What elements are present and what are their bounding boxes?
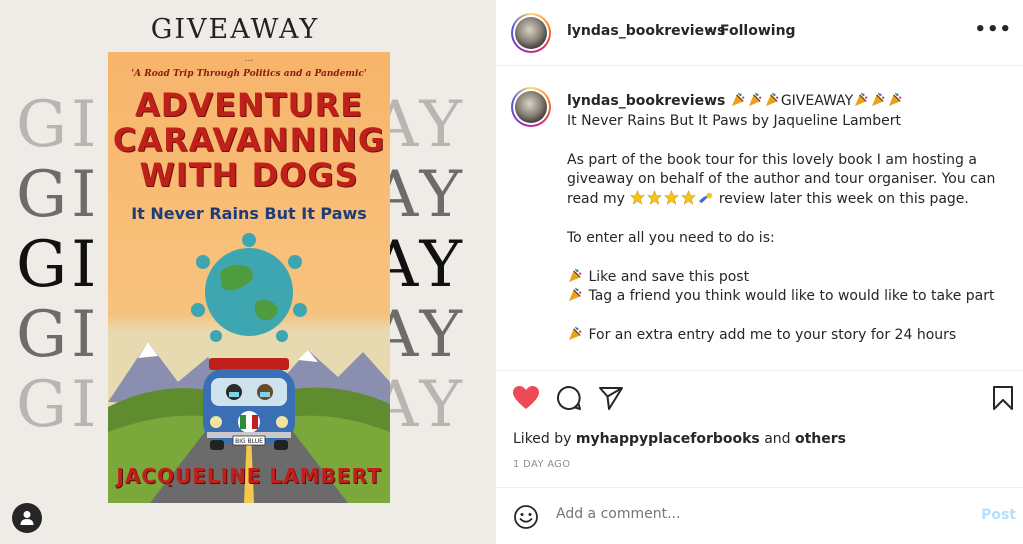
book-cover: ... 'A Road Trip Through Politics and a …	[108, 52, 390, 503]
caption-username[interactable]: lyndas_bookreviews	[567, 93, 725, 109]
comment-bar: Post	[496, 487, 1023, 544]
caption-bullet: Like and save this post	[588, 268, 750, 285]
cover-dots: ...	[244, 54, 254, 64]
following-button[interactable]: Following	[720, 23, 796, 39]
header-separator: •	[706, 23, 715, 39]
heart-icon[interactable]	[512, 385, 540, 411]
post-actions: Liked by myhappyplaceforbooks and others…	[496, 370, 1023, 480]
post-caption: lyndas_bookreviews GIVEAWAY It Never Rai…	[496, 67, 1023, 370]
globe-icon	[191, 233, 307, 342]
post-header: lyndas_bookreviews • Following •••	[496, 0, 1023, 66]
liked-others-link[interactable]: others	[795, 431, 846, 447]
cover-title: ADVENTURE CARAVANNING WITH DOGS	[108, 88, 390, 193]
cover-subtitle: It Never Rains But It Paws	[131, 204, 367, 223]
cover-title-line: CARAVANNING	[112, 121, 386, 159]
likes-summary: Liked by myhappyplaceforbooks and others	[513, 431, 846, 447]
cover-title-line: ADVENTURE	[134, 86, 364, 124]
comet-icon	[699, 192, 713, 203]
caption-headline: GIVEAWAY	[780, 93, 854, 109]
post-comment-button[interactable]: Post	[981, 507, 1016, 523]
caption-book-line: It Never Rains But It Paws by Jaqueline …	[567, 112, 902, 129]
caption-avatar[interactable]	[511, 87, 551, 127]
cover-illustration: BIG BLUE	[108, 233, 390, 503]
liked-and: and	[764, 431, 791, 447]
party-popper-icon	[568, 326, 582, 341]
cover-author: JACQUELINE LAMBERT	[116, 464, 382, 488]
liked-user-link[interactable]: myhappyplaceforbooks	[576, 431, 760, 447]
party-popper-icon	[731, 92, 745, 107]
party-popper-icon	[889, 92, 902, 107]
tagged-users-button[interactable]	[12, 503, 42, 533]
bg-letters-left: GI	[16, 368, 101, 442]
party-popper-icon	[568, 268, 582, 282]
star-icon	[647, 189, 663, 205]
header-username[interactable]: lyndas_bookreviews	[567, 23, 725, 39]
post-date[interactable]: 1 DAY AGO	[513, 459, 570, 470]
avatar[interactable]	[511, 13, 551, 53]
cover-tagline: 'A Road Trip Through Politics and a Pand…	[131, 69, 367, 79]
star-icon	[664, 189, 680, 205]
party-popper-icon	[855, 92, 868, 107]
caption-bullet: For an extra entry add me to your story …	[588, 327, 957, 343]
user-icon	[20, 511, 34, 525]
star-icon	[630, 189, 646, 205]
party-popper-icon	[872, 92, 885, 107]
cover-title-line: WITH DOGS	[139, 156, 359, 194]
bg-letters-left: GI	[16, 298, 101, 372]
party-popper-icon	[568, 287, 582, 302]
caption-instructions: To enter all you need to do is:	[567, 229, 775, 246]
comment-icon[interactable]	[556, 385, 582, 411]
liked-prefix: Liked by	[513, 431, 572, 447]
emoji-icon[interactable]	[513, 504, 539, 530]
caption-bullet: Tag a friend you think would like to wou…	[588, 288, 995, 304]
party-popper-icon	[765, 92, 779, 107]
ellipsis-icon[interactable]: •••	[974, 19, 1012, 40]
bg-letters-left: GI	[16, 88, 101, 162]
bookmark-icon[interactable]	[992, 385, 1014, 411]
bg-letters-left: GI	[16, 158, 101, 232]
share-icon[interactable]	[598, 385, 624, 411]
post-image[interactable]: GIVEAWAY GI GI GI GI GI AY AY AY AY AY .…	[0, 0, 495, 544]
image-title: GIVEAWAY	[150, 14, 320, 45]
license-plate: BIG BLUE	[235, 438, 263, 445]
comment-input[interactable]	[556, 506, 956, 522]
bg-letters-left: GI	[16, 228, 101, 302]
party-popper-icon	[748, 92, 762, 107]
post-details: lyndas_bookreviews • Following ••• lynda…	[495, 0, 1023, 544]
campervan-icon: BIG BLUE	[203, 358, 295, 450]
caption-paragraph-end: review later this week on this page.	[718, 190, 969, 207]
star-icon	[681, 189, 697, 205]
